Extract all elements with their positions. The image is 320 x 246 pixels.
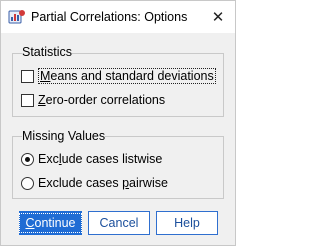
cancel-button[interactable]: Cancel: [88, 211, 150, 235]
exclude-pairwise-radio-row[interactable]: Exclude cases pairwise: [21, 176, 168, 190]
close-button[interactable]: ✕: [201, 1, 235, 33]
exclude-listwise-radio[interactable]: [21, 152, 34, 166]
help-button[interactable]: Help: [156, 211, 218, 235]
close-icon: ✕: [211, 9, 225, 26]
statistics-group: [12, 53, 224, 117]
zero-order-checkbox-row[interactable]: Zero-order correlations: [21, 93, 165, 107]
title-bar: Partial Correlations: Options ✕: [1, 1, 235, 33]
help-button-label: Help: [174, 216, 200, 230]
window-title: Partial Correlations: Options: [31, 10, 188, 24]
exclude-pairwise-label: Exclude cases pairwise: [38, 176, 168, 190]
continue-button[interactable]: Continue: [19, 211, 82, 235]
exclude-listwise-label: Exclude cases listwise: [38, 152, 163, 166]
cancel-button-label: Cancel: [99, 216, 139, 230]
means-std-dev-checkbox-row[interactable]: Means and standard deviations: [21, 68, 216, 84]
means-std-dev-label: Means and standard deviations: [38, 68, 216, 84]
zero-order-label: Zero-order correlations: [38, 93, 166, 107]
statistics-group-title: Statistics: [22, 45, 73, 59]
spss-app-icon: [8, 10, 25, 24]
options-dialog: Partial Correlations: Options ✕ Statisti…: [0, 0, 236, 246]
continue-button-label: Continue: [19, 213, 82, 233]
missing-values-group-title: Missing Values: [22, 129, 106, 143]
zero-order-checkbox[interactable]: [21, 93, 34, 107]
exclude-listwise-radio-row[interactable]: Exclude cases listwise: [21, 152, 162, 166]
exclude-pairwise-radio[interactable]: [21, 176, 34, 190]
means-std-dev-checkbox[interactable]: [21, 69, 34, 83]
